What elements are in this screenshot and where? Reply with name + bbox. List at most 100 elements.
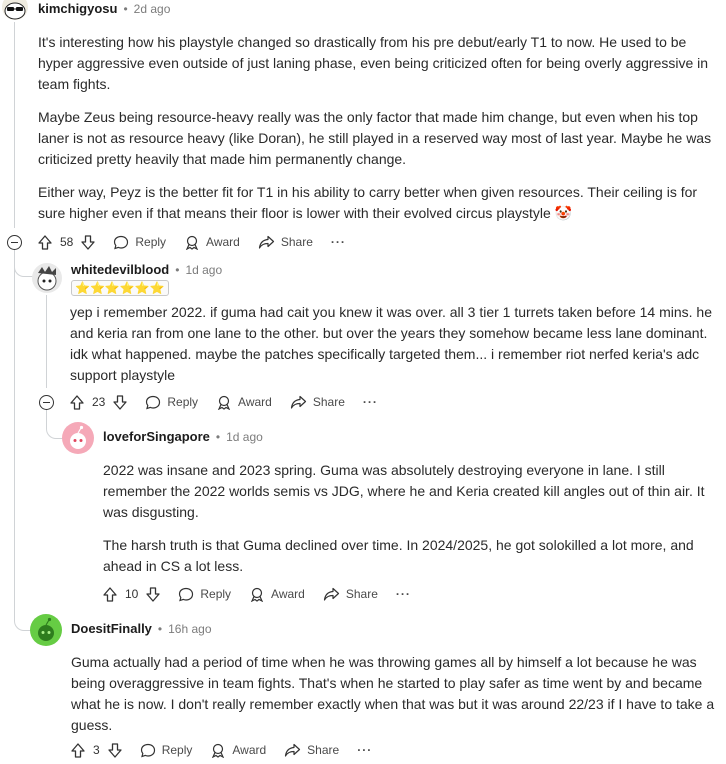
avatar[interactable] — [32, 263, 62, 293]
comment-actions: 10 Reply Award Share ··· — [103, 583, 429, 605]
share-icon — [290, 395, 307, 410]
upvote-icon[interactable] — [103, 586, 117, 602]
comment-paragraph: 2022 was insane and 2023 spring. Guma wa… — [103, 462, 705, 520]
share-button[interactable]: Share — [323, 587, 378, 602]
comment-timestamp[interactable]: 16h ago — [168, 622, 211, 636]
vote-count: 58 — [60, 235, 74, 249]
reply-label: Reply — [167, 395, 199, 409]
share-label: Share — [280, 235, 313, 249]
comment-timestamp[interactable]: 1d ago — [226, 430, 263, 444]
avatar-snoo-icon — [37, 266, 57, 291]
comment-username[interactable]: whitedevilblood — [71, 262, 169, 277]
reply-icon — [145, 395, 161, 410]
comment-actions: 23 Reply Award Share ··· — [70, 391, 396, 413]
comment-paragraph: The harsh truth is that Guma declined ov… — [103, 537, 694, 574]
award-icon — [249, 587, 265, 602]
comment-username[interactable]: DoesitFinally — [71, 621, 152, 636]
share-label: Share — [307, 743, 340, 757]
reply-icon — [113, 235, 129, 250]
reply-button[interactable]: Reply — [113, 235, 166, 250]
user-flair: ⭐⭐⭐⭐⭐⭐ — [71, 280, 169, 296]
comment-paragraph: Either way, Peyz is the better fit for T… — [38, 184, 698, 221]
award-button[interactable]: Award — [210, 743, 266, 758]
award-label: Award — [232, 743, 267, 757]
comment-paragraph: yep i remember 2022. if guma had cait yo… — [70, 304, 712, 383]
reply-label: Reply — [161, 743, 193, 757]
comment-actions: 58 Reply Award Share ··· — [38, 231, 364, 253]
more-options-button[interactable]: ··· — [357, 743, 372, 757]
comment-body: 2022 was insane and 2023 spring. Guma wa… — [103, 460, 721, 577]
reply-label: Reply — [135, 235, 167, 249]
meta-separator: • — [123, 1, 128, 16]
downvote-icon[interactable] — [146, 586, 161, 602]
comment-paragraph: Guma actually had a period of time when … — [71, 654, 715, 733]
share-icon — [284, 743, 301, 758]
share-label: Share — [345, 587, 378, 601]
award-icon — [216, 395, 232, 410]
reply-icon — [178, 587, 194, 602]
reply-label: Reply — [200, 587, 232, 601]
meta-separator: • — [157, 621, 163, 636]
avatar-snoo-icon — [70, 425, 86, 449]
meta-separator: • — [215, 429, 221, 444]
thread-elbow-reply-2 — [46, 410, 63, 439]
share-icon — [258, 235, 275, 250]
thread-line-reply-1 — [46, 295, 47, 388]
more-options-button[interactable]: ··· — [331, 235, 346, 249]
award-button[interactable]: Award — [184, 235, 240, 250]
share-button[interactable]: Share — [258, 235, 313, 250]
comment-body: yep i remember 2022. if guma had cait yo… — [70, 302, 718, 386]
comment-paragraph: Maybe Zeus being resource-heavy really w… — [38, 109, 712, 167]
thread-line-root-children — [14, 250, 15, 610]
comment-body: It's interesting how his playstyle chang… — [38, 32, 714, 236]
share-icon — [323, 587, 340, 602]
comment-username[interactable]: loveforSingapore — [103, 429, 210, 444]
thread-line-root — [14, 22, 15, 228]
vote-control: 10 — [103, 586, 161, 602]
upvote-icon[interactable] — [70, 394, 84, 410]
avatar[interactable] — [30, 614, 62, 646]
collapse-icon[interactable] — [39, 395, 54, 410]
downvote-icon[interactable] — [81, 234, 96, 250]
share-label: Share — [312, 395, 345, 409]
avatar[interactable] — [62, 422, 94, 454]
comment-paragraph: It's interesting how his playstyle chang… — [38, 34, 709, 92]
more-icon: ··· — [362, 395, 378, 409]
avatar-snoo-icon — [38, 617, 54, 641]
reply-icon — [140, 743, 156, 758]
avatar[interactable] — [2, 0, 28, 20]
vote-count: 10 — [125, 587, 139, 601]
award-button[interactable]: Award — [249, 587, 305, 602]
award-icon — [210, 743, 226, 758]
vote-control: 3 — [71, 742, 122, 758]
award-icon — [184, 235, 200, 250]
share-button[interactable]: Share — [284, 743, 339, 758]
upvote-icon[interactable] — [38, 234, 52, 250]
meta-separator: • — [175, 262, 180, 277]
more-icon: ··· — [357, 743, 373, 757]
vote-control: 58 — [38, 234, 96, 250]
avatar-snoo-icon — [4, 2, 26, 20]
share-button[interactable]: Share — [290, 395, 345, 410]
collapse-icon[interactable] — [7, 235, 22, 250]
vote-control: 23 — [70, 394, 128, 410]
comment-actions: 3 Reply Award Share ··· — [71, 739, 390, 761]
award-label: Award — [271, 587, 305, 601]
comment-timestamp[interactable]: 1d ago — [185, 263, 222, 277]
award-label: Award — [206, 235, 240, 249]
more-options-button[interactable]: ··· — [396, 587, 411, 601]
comment-timestamp[interactable]: 2d ago — [134, 2, 171, 16]
downvote-icon[interactable] — [108, 742, 122, 758]
comment-username[interactable]: kimchigyosu — [38, 1, 117, 16]
downvote-icon[interactable] — [113, 394, 128, 410]
reply-button[interactable]: Reply — [178, 587, 231, 602]
comment-body: Guma actually had a period of time when … — [71, 652, 721, 736]
reply-button[interactable]: Reply — [145, 395, 198, 410]
more-options-button[interactable]: ··· — [363, 395, 378, 409]
upvote-icon[interactable] — [71, 742, 85, 758]
more-icon: ··· — [330, 235, 346, 249]
more-icon: ··· — [395, 587, 411, 601]
award-button[interactable]: Award — [216, 395, 272, 410]
reply-button[interactable]: Reply — [140, 743, 193, 758]
vote-count: 3 — [93, 743, 100, 757]
